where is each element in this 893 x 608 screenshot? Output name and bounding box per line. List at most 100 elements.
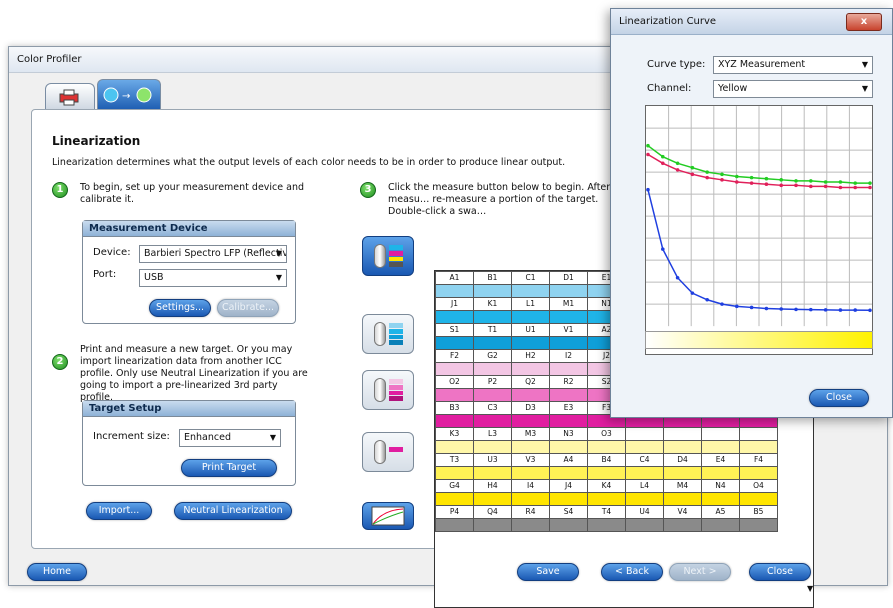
patch-swatch[interactable] bbox=[473, 492, 512, 506]
patch-label[interactable]: D3 bbox=[511, 401, 550, 415]
patch-label[interactable]: O4 bbox=[739, 479, 778, 493]
patch-label[interactable]: U3 bbox=[473, 453, 512, 467]
patch-swatch[interactable] bbox=[587, 440, 626, 454]
patch-swatch[interactable] bbox=[473, 362, 512, 376]
patch-swatch[interactable] bbox=[473, 336, 512, 350]
patch-label[interactable]: B1 bbox=[473, 271, 512, 285]
patch-label[interactable]: P2 bbox=[473, 375, 512, 389]
patch-swatch[interactable] bbox=[701, 492, 740, 506]
patch-label[interactable]: J1 bbox=[435, 297, 474, 311]
patch-label[interactable] bbox=[739, 427, 778, 441]
print-target-button[interactable]: Print Target bbox=[181, 459, 277, 477]
patch-swatch[interactable] bbox=[663, 440, 702, 454]
patch-label[interactable]: M3 bbox=[511, 427, 550, 441]
patch-label[interactable]: K4 bbox=[587, 479, 626, 493]
close-icon[interactable]: x bbox=[846, 13, 882, 31]
patch-label[interactable]: E4 bbox=[701, 453, 740, 467]
patch-label[interactable]: T3 bbox=[435, 453, 474, 467]
patch-label[interactable]: C4 bbox=[625, 453, 664, 467]
patch-label[interactable]: K3 bbox=[435, 427, 474, 441]
patch-swatch[interactable] bbox=[435, 414, 474, 428]
patch-swatch[interactable] bbox=[473, 414, 512, 428]
patch-label[interactable]: U1 bbox=[511, 323, 550, 337]
dialog-close-button[interactable]: Close bbox=[809, 389, 869, 407]
patch-swatch[interactable] bbox=[549, 518, 588, 532]
patch-swatch[interactable] bbox=[549, 440, 588, 454]
patch-swatch[interactable] bbox=[511, 440, 550, 454]
patch-label[interactable]: H4 bbox=[473, 479, 512, 493]
patch-swatch[interactable] bbox=[473, 388, 512, 402]
patch-swatch[interactable] bbox=[739, 518, 778, 532]
neutral-linearization-button[interactable]: Neutral Linearization bbox=[174, 502, 292, 520]
patch-swatch[interactable] bbox=[625, 440, 664, 454]
patch-swatch[interactable] bbox=[473, 440, 512, 454]
patch-swatch[interactable] bbox=[739, 440, 778, 454]
patch-swatch[interactable] bbox=[511, 336, 550, 350]
patch-label[interactable]: L3 bbox=[473, 427, 512, 441]
patch-swatch[interactable] bbox=[587, 518, 626, 532]
patch-swatch[interactable] bbox=[511, 362, 550, 376]
patch-swatch[interactable] bbox=[511, 284, 550, 298]
measure-all-button[interactable] bbox=[362, 236, 414, 276]
patch-label[interactable]: L4 bbox=[625, 479, 664, 493]
patch-swatch[interactable] bbox=[435, 336, 474, 350]
patch-label[interactable]: E3 bbox=[549, 401, 588, 415]
patch-label[interactable]: I2 bbox=[549, 349, 588, 363]
patch-label[interactable]: S1 bbox=[435, 323, 474, 337]
patch-label[interactable]: P4 bbox=[435, 505, 474, 519]
patch-label[interactable]: F4 bbox=[739, 453, 778, 467]
calibrate-button[interactable]: Calibrate... bbox=[217, 299, 279, 317]
patch-swatch[interactable] bbox=[587, 466, 626, 480]
tab-printer-setup[interactable] bbox=[45, 83, 95, 109]
patch-label[interactable]: M4 bbox=[663, 479, 702, 493]
view-curve-button[interactable] bbox=[362, 502, 414, 530]
patch-label[interactable]: D1 bbox=[549, 271, 588, 285]
patch-swatch[interactable] bbox=[549, 388, 588, 402]
patch-swatch[interactable] bbox=[701, 518, 740, 532]
patch-swatch[interactable] bbox=[511, 388, 550, 402]
patch-swatch[interactable] bbox=[625, 518, 664, 532]
patch-label[interactable]: B3 bbox=[435, 401, 474, 415]
patch-swatch[interactable] bbox=[511, 518, 550, 532]
patch-label[interactable]: A1 bbox=[435, 271, 474, 285]
patch-swatch[interactable] bbox=[473, 310, 512, 324]
patch-label[interactable]: N4 bbox=[701, 479, 740, 493]
settings-button[interactable]: Settings... bbox=[149, 299, 211, 317]
patch-swatch[interactable] bbox=[511, 466, 550, 480]
device-select[interactable]: Barbieri Spectro LFP (Reflectiv ▼ bbox=[139, 245, 287, 263]
patch-label[interactable]: V4 bbox=[663, 505, 702, 519]
patch-swatch[interactable] bbox=[549, 466, 588, 480]
patch-swatch[interactable] bbox=[739, 466, 778, 480]
import-button[interactable]: Import... bbox=[86, 502, 152, 520]
patch-label[interactable]: G2 bbox=[473, 349, 512, 363]
patch-swatch[interactable] bbox=[701, 440, 740, 454]
close-button[interactable]: Close bbox=[749, 563, 811, 581]
patch-swatch[interactable] bbox=[435, 284, 474, 298]
save-button[interactable]: Save bbox=[517, 563, 579, 581]
next-button[interactable]: Next > bbox=[669, 563, 731, 581]
patch-label[interactable]: T1 bbox=[473, 323, 512, 337]
patch-label[interactable]: T4 bbox=[587, 505, 626, 519]
patch-label[interactable]: S4 bbox=[549, 505, 588, 519]
patch-label[interactable] bbox=[663, 427, 702, 441]
measure-yellow-button[interactable] bbox=[362, 432, 414, 472]
patch-label[interactable]: H2 bbox=[511, 349, 550, 363]
patch-label[interactable]: Q4 bbox=[473, 505, 512, 519]
back-button[interactable]: < Back bbox=[601, 563, 663, 581]
patch-swatch[interactable] bbox=[549, 414, 588, 428]
patch-swatch[interactable] bbox=[625, 492, 664, 506]
patch-swatch[interactable] bbox=[473, 466, 512, 480]
patch-swatch[interactable] bbox=[549, 492, 588, 506]
patch-swatch[interactable] bbox=[663, 492, 702, 506]
patch-label[interactable]: M1 bbox=[549, 297, 588, 311]
patch-swatch[interactable] bbox=[435, 440, 474, 454]
patch-label[interactable]: G4 bbox=[435, 479, 474, 493]
patch-label[interactable]: V3 bbox=[511, 453, 550, 467]
patch-swatch[interactable] bbox=[435, 518, 474, 532]
patch-label[interactable]: I4 bbox=[511, 479, 550, 493]
patch-label[interactable]: C3 bbox=[473, 401, 512, 415]
channel-select[interactable]: Yellow ▼ bbox=[713, 80, 873, 98]
patch-swatch[interactable] bbox=[435, 310, 474, 324]
patch-swatch[interactable] bbox=[435, 362, 474, 376]
tab-linearization[interactable]: → bbox=[97, 79, 161, 109]
